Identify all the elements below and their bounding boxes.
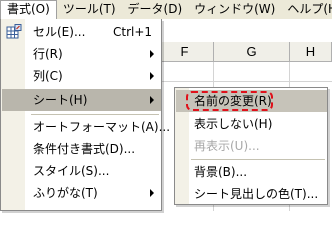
menu-item-style-label: スタイル(S)... — [33, 164, 110, 178]
menu-item-conditional-formatting-label: 条件付き書式(D)... — [33, 142, 136, 156]
menu-item-cells[interactable]: セル(E)... Ctrl+1 — [2, 21, 161, 43]
submenu-item-tab-color[interactable]: シート見出しの色(T)... — [176, 183, 327, 205]
menu-item-furigana[interactable]: ふりがな(T) — [2, 182, 161, 204]
submenu-item-rename[interactable]: 名前の変更(R) — [176, 90, 327, 112]
column-header-f[interactable]: F — [156, 42, 214, 62]
submenu-item-hide[interactable]: 表示しない(H) — [176, 113, 327, 135]
submenu-separator — [191, 159, 325, 160]
menu-item-row[interactable]: 行(R) — [2, 43, 161, 65]
submenu-arrow-icon — [150, 189, 154, 197]
submenu-item-background[interactable]: 背景(B)... — [176, 161, 327, 183]
column-header-g[interactable]: G — [214, 42, 290, 62]
menu-item-column[interactable]: 列(C) — [2, 65, 161, 87]
menu-item-sheet[interactable]: シート(H) — [2, 89, 161, 111]
menu-item-row-label: 行(R) — [33, 47, 63, 61]
format-cells-icon — [6, 24, 22, 39]
submenu-item-tab-color-label: シート見出しの色(T)... — [194, 187, 319, 201]
column-header-h[interactable]: H — [290, 42, 332, 62]
sheet-submenu: 名前の変更(R) 表示しない(H) 再表示(U)... 背景(B)... シート… — [174, 87, 328, 205]
submenu-item-unhide: 再表示(U)... — [176, 135, 327, 157]
menu-item-autoformat-label: オートフォーマット(A)... — [33, 120, 171, 134]
format-menu: セル(E)... Ctrl+1 行(R) 列(C) シート(H) オートフォーマ… — [0, 19, 170, 211]
menu-item-column-label: 列(C) — [33, 69, 63, 83]
submenu-arrow-icon — [150, 96, 154, 104]
menu-item-style[interactable]: スタイル(S)... — [2, 160, 161, 182]
menu-item-furigana-label: ふりがな(T) — [33, 186, 98, 200]
menu-format[interactable]: 書式(O) — [0, 0, 57, 19]
menu-help[interactable]: ヘルプ(H) — [281, 0, 332, 19]
submenu-item-unhide-label: 再表示(U)... — [194, 139, 260, 153]
submenu-arrow-icon — [150, 50, 154, 58]
menu-item-cells-shortcut: Ctrl+1 — [113, 25, 153, 39]
menu-item-autoformat[interactable]: オートフォーマット(A)... — [2, 116, 170, 138]
submenu-item-background-label: 背景(B)... — [194, 165, 248, 179]
menu-item-conditional-formatting[interactable]: 条件付き書式(D)... — [2, 138, 161, 160]
menu-data[interactable]: データ(D) — [122, 0, 189, 19]
submenu-arrow-icon — [150, 72, 154, 80]
submenu-item-hide-label: 表示しない(H) — [194, 117, 273, 131]
grid-line — [156, 81, 332, 82]
menu-window[interactable]: ウィンドウ(W) — [188, 0, 281, 19]
menu-item-cells-label: セル(E)... — [33, 25, 86, 39]
menu-bar: 書式(O) ツール(T) データ(D) ウィンドウ(W) ヘルプ(H) — [0, 0, 332, 19]
submenu-item-rename-label: 名前の変更(R) — [194, 94, 272, 108]
menu-separator — [31, 114, 159, 115]
menu-item-sheet-label: シート(H) — [33, 93, 88, 107]
menu-tools[interactable]: ツール(T) — [57, 0, 122, 19]
